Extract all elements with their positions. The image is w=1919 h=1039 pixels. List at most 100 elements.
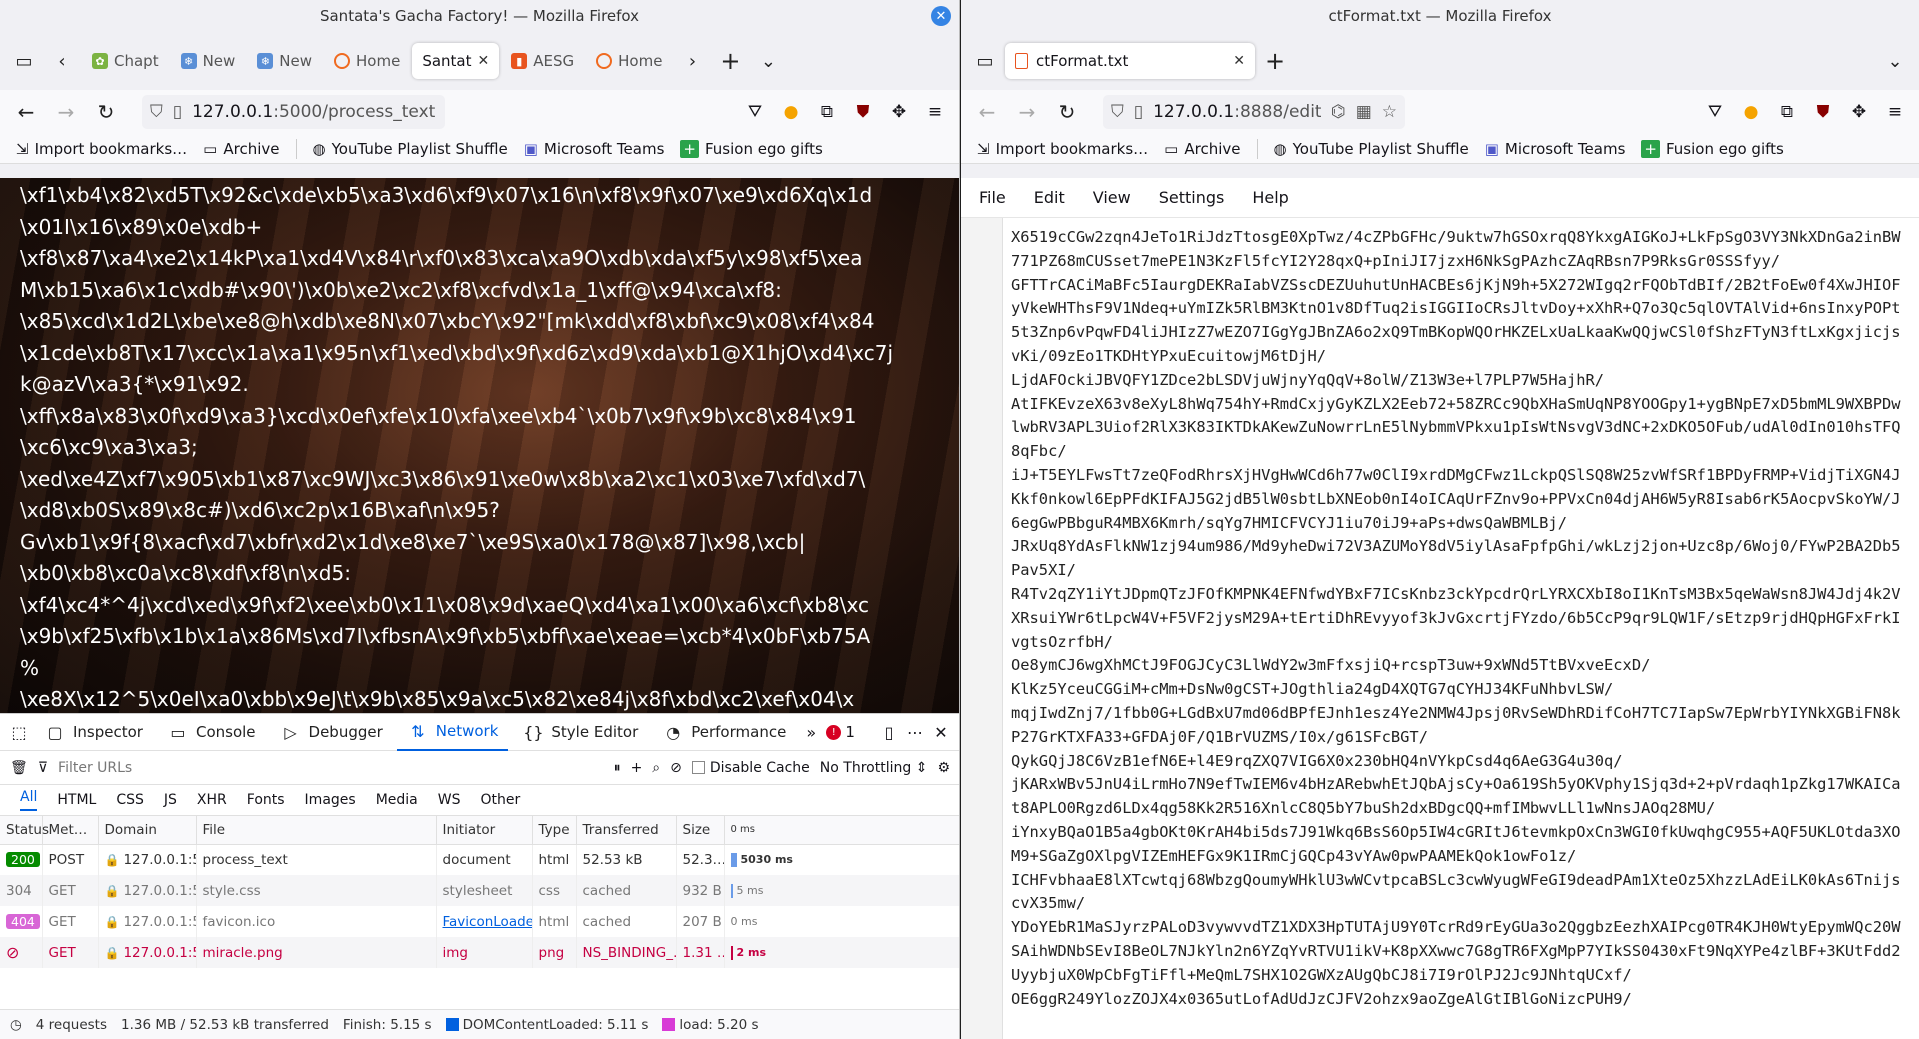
tab-debugger[interactable]: ▷ Debugger bbox=[270, 714, 393, 751]
col-type[interactable]: Type bbox=[532, 816, 577, 845]
back-icon[interactable]: ← bbox=[969, 96, 1005, 128]
close-tab-icon[interactable]: ✕ bbox=[1233, 53, 1245, 69]
tab-style-editor[interactable]: {} Style Editor bbox=[512, 714, 648, 751]
list-all-tabs-icon[interactable]: ⌄ bbox=[750, 43, 786, 79]
bookmark-import[interactable]: ⇲ Import bookmarks… bbox=[16, 140, 187, 158]
bookmark-import[interactable]: ⇲ Import bookmarks… bbox=[977, 140, 1148, 158]
menu-help[interactable]: Help bbox=[1252, 188, 1288, 207]
tab-2[interactable]: ❄ New bbox=[171, 43, 246, 79]
filter-all[interactable]: All bbox=[20, 789, 38, 811]
settings-gear-icon[interactable]: ⚙ bbox=[937, 760, 950, 776]
tab-6[interactable]: ▮ AESG bbox=[501, 43, 584, 79]
shield-icon[interactable]: ⛉ bbox=[150, 102, 163, 122]
bookmark-teams[interactable]: ▣ Microsoft Teams bbox=[524, 140, 665, 158]
add-icon[interactable]: + bbox=[631, 760, 643, 776]
menu-edit[interactable]: Edit bbox=[1034, 188, 1065, 207]
extensions-icon[interactable]: ✥ bbox=[883, 96, 915, 128]
puzzle-icon[interactable]: ⧉ bbox=[1771, 96, 1803, 128]
close-tab-icon[interactable]: ✕ bbox=[478, 53, 490, 69]
puzzle-icon[interactable]: ⧉ bbox=[811, 96, 843, 128]
tab-inspector[interactable]: ▢ Inspector bbox=[34, 714, 153, 751]
filter-images[interactable]: Images bbox=[305, 792, 356, 808]
devtools-menu-icon[interactable]: ⋯ bbox=[904, 723, 926, 742]
bookmark-youtube[interactable]: ◍ YouTube Playlist Shuffle bbox=[1274, 140, 1469, 158]
editor-content[interactable]: X6519cCGw2zqn4JeTo1RiJdzTtosgE0XpTwz/4cZ… bbox=[1003, 218, 1919, 1039]
filter-other[interactable]: Other bbox=[480, 792, 520, 808]
disable-cache-checkbox[interactable]: Disable Cache bbox=[691, 760, 810, 776]
bookmark-youtube[interactable]: ◍ YouTube Playlist Shuffle bbox=[313, 140, 508, 158]
fingerprint-icon[interactable]: ⌬ bbox=[1331, 102, 1346, 122]
tab-4[interactable]: Home bbox=[324, 43, 410, 79]
menu-settings[interactable]: Settings bbox=[1159, 188, 1225, 207]
bookmark-teams[interactable]: ▣ Microsoft Teams bbox=[1485, 140, 1626, 158]
tab-console[interactable]: ▭ Console bbox=[157, 714, 266, 751]
search-icon[interactable]: ⌕ bbox=[652, 760, 660, 776]
bookmark-archive[interactable]: ▭ Archive bbox=[203, 140, 279, 158]
emoji-extension-icon[interactable]: ● bbox=[1735, 96, 1767, 128]
col-method[interactable]: Met… bbox=[42, 816, 99, 845]
extensions-icon[interactable]: ✥ bbox=[1843, 96, 1875, 128]
url-bar[interactable]: ⛉ ▯ 127.0.0.1:8888/edit/sageCode/c ⌬ ▦ ☆ bbox=[1103, 95, 1405, 129]
forward-icon[interactable]: → bbox=[1009, 96, 1045, 128]
pocket-icon[interactable]: ⛛ bbox=[1699, 96, 1731, 128]
table-row[interactable]: ⊘ GET 🔒127.0.0.1:5… miracle.png img png … bbox=[0, 937, 959, 968]
col-file[interactable]: File bbox=[196, 816, 437, 845]
menu-view[interactable]: View bbox=[1093, 188, 1131, 207]
pause-icon[interactable]: ⏸ bbox=[614, 760, 621, 776]
filter-js[interactable]: JS bbox=[164, 792, 177, 808]
tab-7[interactable]: Home bbox=[586, 43, 672, 79]
tab-network[interactable]: ⇅ Network bbox=[396, 714, 509, 751]
col-initiator[interactable]: Initiator bbox=[436, 816, 533, 845]
url-bar[interactable]: ⛉ ▯ 127.0.0.1:5000/process_text ▤ ▦ ☆ bbox=[142, 95, 445, 129]
shield-icon[interactable]: ⛉ bbox=[1111, 102, 1124, 122]
filter-css[interactable]: CSS bbox=[116, 792, 144, 808]
col-domain[interactable]: Domain bbox=[98, 816, 197, 845]
scroll-tabs-right-icon[interactable]: › bbox=[674, 43, 710, 79]
filter-urls-input[interactable]: Filter URLs bbox=[58, 760, 604, 776]
table-row[interactable]: 304 GET 🔒127.0.0.1:5… style.css styleshe… bbox=[0, 875, 959, 906]
col-waterfall[interactable]: 0 ms bbox=[724, 816, 959, 845]
firefox-view-icon[interactable]: ▭ bbox=[967, 43, 1003, 79]
table-row[interactable]: 404 GET 🔒127.0.0.1:5… favicon.ico Favico… bbox=[0, 906, 959, 937]
reload-icon[interactable]: ↻ bbox=[88, 96, 124, 128]
bookmark-star-icon[interactable]: ☆ bbox=[1382, 102, 1397, 122]
extensions-grid-icon[interactable]: ▦ bbox=[1356, 102, 1372, 122]
new-tab-icon[interactable]: + bbox=[1257, 43, 1293, 79]
filter-fonts[interactable]: Fonts bbox=[247, 792, 285, 808]
menu-icon[interactable]: ≡ bbox=[1879, 96, 1911, 128]
filter-html[interactable]: HTML bbox=[57, 792, 96, 808]
scroll-tabs-left-icon[interactable]: ‹ bbox=[44, 43, 80, 79]
page-icon[interactable]: ▯ bbox=[173, 102, 182, 122]
table-row[interactable]: 200 POST 🔒127.0.0.1:5… process_text docu… bbox=[0, 844, 959, 875]
emoji-extension-icon[interactable]: ● bbox=[775, 96, 807, 128]
block-icon[interactable]: ⊘ bbox=[670, 760, 682, 776]
error-count-badge[interactable]: ! 1 bbox=[826, 723, 855, 741]
forward-icon[interactable]: → bbox=[48, 96, 84, 128]
bookmark-fusion[interactable]: + Fusion ego gifts bbox=[680, 139, 823, 158]
throttling-select[interactable]: No Throttling ⇕ bbox=[820, 760, 928, 776]
bookmark-archive[interactable]: ▭ Archive bbox=[1164, 140, 1240, 158]
list-all-tabs-icon[interactable]: ⌄ bbox=[1877, 43, 1913, 79]
performance-analysis-icon[interactable]: ◷ bbox=[10, 1017, 22, 1033]
col-size[interactable]: Size bbox=[676, 816, 725, 845]
ublock-icon[interactable]: ⛊ bbox=[847, 96, 879, 128]
new-tab-icon[interactable]: + bbox=[712, 43, 748, 79]
text-editor[interactable]: X6519cCGw2zqn4JeTo1RiJdzTtosgE0XpTwz/4cZ… bbox=[961, 218, 1919, 1039]
tab-3[interactable]: ❄ New bbox=[247, 43, 322, 79]
filter-xhr[interactable]: XHR bbox=[197, 792, 227, 808]
menu-file[interactable]: File bbox=[979, 188, 1006, 207]
pick-element-icon[interactable]: ⬚ bbox=[8, 723, 30, 742]
col-status[interactable]: Status bbox=[0, 816, 49, 845]
ublock-icon[interactable]: ⛊ bbox=[1807, 96, 1839, 128]
tab-performance[interactable]: ◔ Performance bbox=[652, 714, 796, 751]
tab-active[interactable]: Santat ✕ bbox=[412, 43, 500, 79]
close-devtools-icon[interactable]: ✕ bbox=[930, 723, 952, 742]
more-tools-icon[interactable]: » bbox=[800, 723, 822, 742]
filter-ws[interactable]: WS bbox=[438, 792, 461, 808]
bookmark-fusion[interactable]: + Fusion ego gifts bbox=[1641, 139, 1784, 158]
firefox-view-icon[interactable]: ▭ bbox=[6, 43, 42, 79]
filter-media[interactable]: Media bbox=[376, 792, 418, 808]
back-icon[interactable]: ← bbox=[8, 96, 44, 128]
pocket-icon[interactable]: ⛛ bbox=[739, 96, 771, 128]
col-transferred[interactable]: Transferred bbox=[576, 816, 677, 845]
